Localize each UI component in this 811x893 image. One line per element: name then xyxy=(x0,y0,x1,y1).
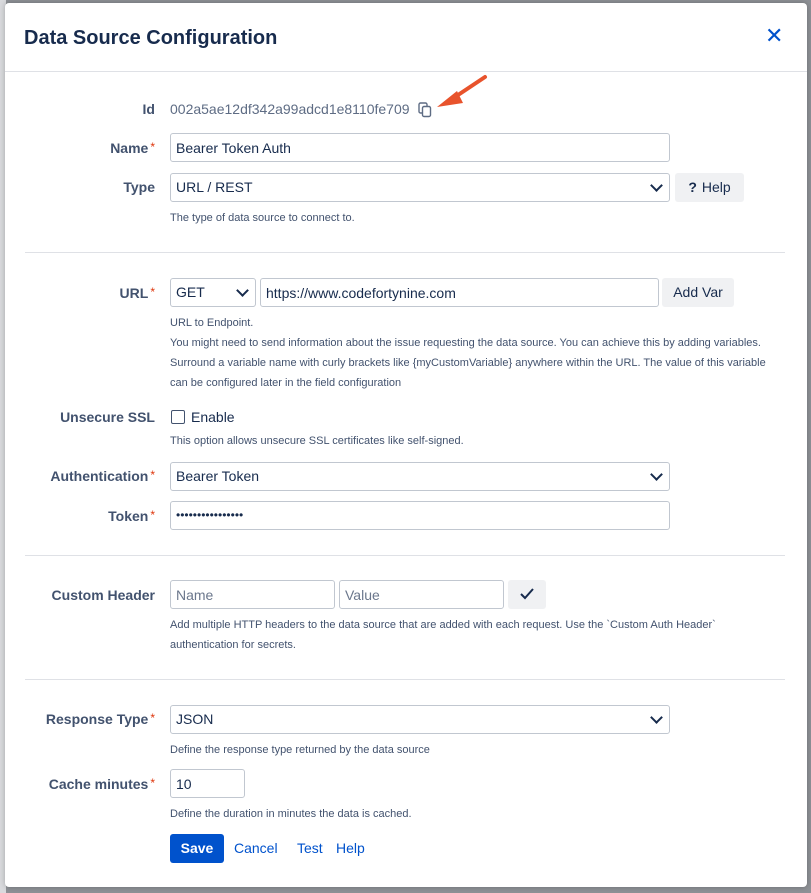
add-var-button[interactable]: Add Var xyxy=(662,278,734,307)
header-value-input[interactable] xyxy=(339,580,504,609)
authentication-select[interactable]: Bearer Token xyxy=(170,462,670,491)
divider xyxy=(25,679,785,680)
save-button[interactable]: Save xyxy=(170,834,224,863)
chevron-down-icon xyxy=(650,468,663,481)
response-type-select-value: JSON xyxy=(176,711,214,727)
cache-minutes-input[interactable] xyxy=(170,769,245,798)
help-button-label: Help xyxy=(701,179,731,195)
data-source-dialog: Data Source Configuration ✕ Id 002a5ae12… xyxy=(5,3,807,887)
type-label: Type xyxy=(123,179,155,195)
url-description-line: can be configured later in the field con… xyxy=(170,377,402,389)
copy-icon[interactable] xyxy=(418,102,432,118)
type-select[interactable]: URL / REST xyxy=(170,173,670,202)
response-type-label: Response Type * xyxy=(45,711,155,727)
method-select-value: GET xyxy=(176,284,205,300)
name-input[interactable] xyxy=(170,133,670,162)
custom-header-label: Custom Header xyxy=(51,587,155,603)
close-icon[interactable]: ✕ xyxy=(765,25,783,47)
dialog-title: Data Source Configuration xyxy=(24,27,278,49)
chevron-down-icon xyxy=(650,179,663,192)
id-label: Id xyxy=(142,101,155,117)
method-select[interactable]: GET xyxy=(170,278,256,307)
name-label: Name * xyxy=(110,140,155,156)
ssl-description: This option allows unsecure SSL certific… xyxy=(170,435,464,447)
chevron-down-icon xyxy=(650,711,663,724)
id-value: 002a5ae12df342a99adcd1e8110fe709 xyxy=(170,101,410,117)
cancel-link[interactable]: Cancel xyxy=(234,840,278,856)
response-type-description: Define the response type returned by the… xyxy=(170,744,430,756)
authentication-label: Authentication * xyxy=(50,468,155,484)
check-icon xyxy=(520,588,534,600)
unsecure-ssl-checkbox[interactable] xyxy=(171,410,185,424)
header-description: Add multiple HTTP headers to the data so… xyxy=(170,615,780,655)
response-type-select[interactable]: JSON xyxy=(170,705,670,734)
authentication-select-value: Bearer Token xyxy=(176,468,260,484)
chevron-down-icon xyxy=(236,284,249,297)
annotation-arrow-icon xyxy=(437,75,487,107)
url-description-line: URL to Endpoint. xyxy=(170,317,254,329)
header-confirm-button[interactable] xyxy=(508,580,546,609)
divider xyxy=(25,252,785,253)
divider xyxy=(25,555,785,556)
header-name-input[interactable] xyxy=(170,580,335,609)
cache-minutes-description: Define the duration in minutes the data … xyxy=(170,808,412,820)
help-link[interactable]: Help xyxy=(336,840,365,856)
url-description-line: Surround a variable name with curly brac… xyxy=(170,357,766,369)
dialog-header: Data Source Configuration ✕ xyxy=(5,3,807,72)
type-description: The type of data source to connect to. xyxy=(170,212,355,224)
url-description: URL to Endpoint. You might need to send … xyxy=(170,313,780,393)
unsecure-ssl-label: Unsecure SSL xyxy=(60,409,155,425)
test-link[interactable]: Test xyxy=(297,840,323,856)
type-select-value: URL / REST xyxy=(176,179,253,195)
token-input[interactable]: •••••••••••••••• xyxy=(170,501,670,530)
url-description-line: You might need to send information about… xyxy=(170,337,761,349)
token-label: Token * xyxy=(108,508,155,524)
url-label: URL * xyxy=(119,285,155,301)
type-help-button[interactable]: ? Help xyxy=(675,173,744,202)
url-input[interactable] xyxy=(260,278,659,307)
enable-label[interactable]: Enable xyxy=(191,409,235,425)
question-icon: ? xyxy=(688,179,697,195)
header-description-line: Add multiple HTTP headers to the data so… xyxy=(170,619,716,631)
cache-minutes-label: Cache minutes * xyxy=(48,776,155,792)
header-description-line: authentication for secrets. xyxy=(170,639,296,651)
